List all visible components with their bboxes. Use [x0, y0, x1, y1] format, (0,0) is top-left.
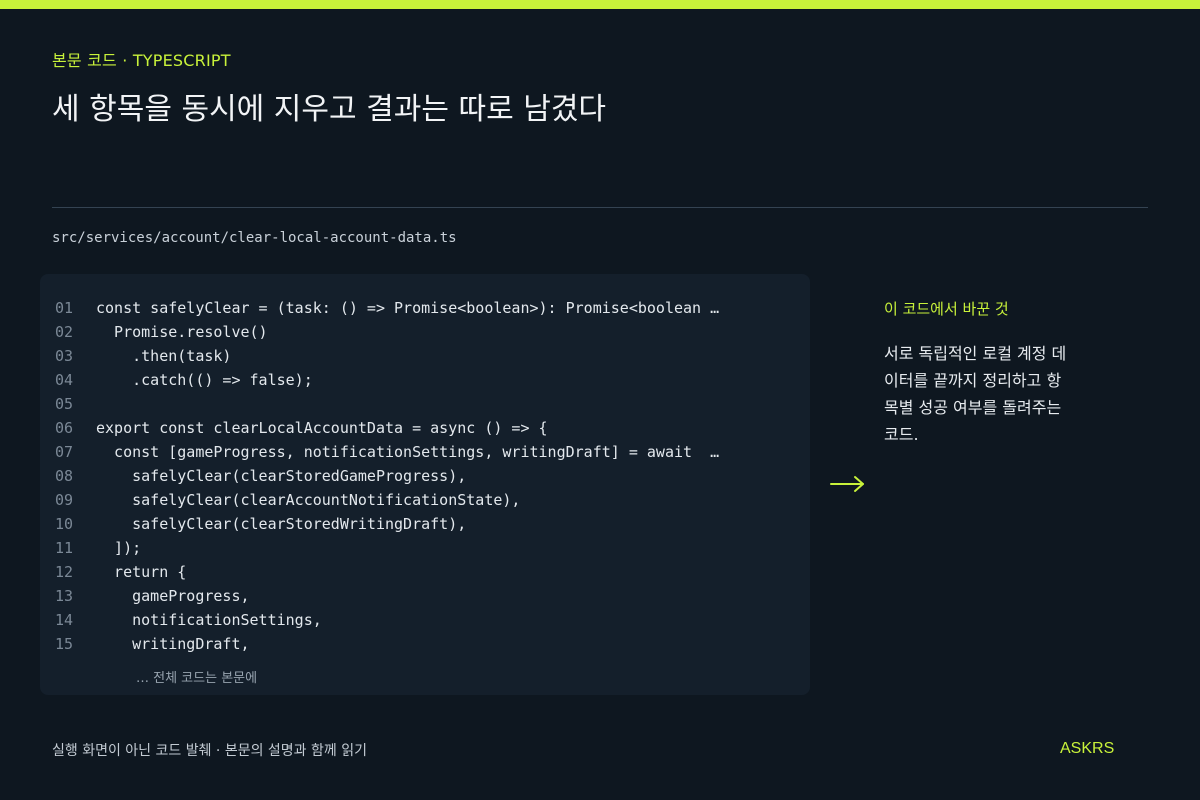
code-line: 04 .catch(() => false);	[40, 368, 810, 392]
line-number: 15	[55, 635, 74, 653]
code-line: 05	[40, 392, 810, 416]
note-body: 서로 독립적인 로컬 계정 데 이터를 끝까지 정리하고 항 목별 성공 여부를…	[884, 340, 1084, 448]
line-number: 11	[55, 539, 74, 557]
line-code: Promise.resolve()	[96, 323, 268, 341]
line-number: 07	[55, 443, 74, 461]
footer-caption: 실행 화면이 아닌 코드 발췌 · 본문의 설명과 함께 읽기	[52, 743, 367, 759]
page-title: 세 항목을 동시에 지우고 결과는 따로 남겼다	[52, 92, 607, 127]
note-body-line: 서로 독립적인 로컬 계정 데	[884, 344, 1067, 363]
line-number: 01	[55, 299, 74, 317]
line-number: 04	[55, 371, 74, 389]
line-number: 03	[55, 347, 74, 365]
note-body-line: 이터를 끝까지 정리하고 항	[884, 371, 1062, 390]
line-code: const safelyClear = (task: () => Promise…	[96, 299, 720, 317]
note-title: 이 코드에서 바꾼 것	[884, 300, 1009, 318]
code-line: 06 export const clearLocalAccountData = a…	[40, 416, 810, 440]
note-body-line: 목별 성공 여부를 돌려주는	[884, 398, 1062, 417]
line-code: notificationSettings,	[96, 611, 322, 629]
code-lines: 01 const safelyClear = (task: () => Promi…	[40, 296, 810, 656]
code-line: 09 safelyClear(clearAccountNotificationS…	[40, 488, 810, 512]
line-code: safelyClear(clearStoredGameProgress),	[96, 467, 467, 485]
note-body-line: 코드.	[884, 425, 919, 444]
line-code: .catch(() => false);	[96, 371, 313, 389]
code-line: 11 ]);	[40, 536, 810, 560]
file-path: src/services/account/clear-local-account…	[52, 230, 457, 246]
code-more-note: … 전체 코드는 본문에	[136, 671, 258, 686]
code-line: 15 writingDraft,	[40, 632, 810, 656]
line-number: 09	[55, 491, 74, 509]
divider	[52, 207, 1148, 208]
line-code: ]);	[96, 539, 142, 557]
line-code: export const clearLocalAccountData = asy…	[96, 419, 548, 437]
code-line: 07 const [gameProgress, notificationSett…	[40, 440, 810, 464]
code-panel: 01 const safelyClear = (task: () => Promi…	[40, 274, 810, 695]
line-code: return {	[96, 563, 187, 581]
line-number: 08	[55, 467, 74, 485]
code-line: 13 gameProgress,	[40, 584, 810, 608]
line-code: .then(task)	[96, 347, 232, 365]
line-code: gameProgress,	[96, 587, 250, 605]
code-line: 10 safelyClear(clearStoredWritingDraft),	[40, 512, 810, 536]
accent-top-bar	[0, 0, 1200, 9]
line-number: 14	[55, 611, 74, 629]
line-number: 02	[55, 323, 74, 341]
code-line: 02 Promise.resolve()	[40, 320, 810, 344]
line-number: 12	[55, 563, 74, 581]
code-line: 12 return {	[40, 560, 810, 584]
line-code: safelyClear(clearStoredWritingDraft),	[96, 515, 467, 533]
line-number: 13	[55, 587, 74, 605]
code-line: 14 notificationSettings,	[40, 608, 810, 632]
line-number: 10	[55, 515, 74, 533]
line-code: safelyClear(clearAccountNotificationStat…	[96, 491, 521, 509]
section-eyebrow: 본문 코드 · TYPESCRIPT	[52, 51, 231, 70]
line-code: const [gameProgress, notificationSetting…	[96, 443, 720, 461]
line-number: 06	[55, 419, 74, 437]
code-line: 01 const safelyClear = (task: () => Promi…	[40, 296, 810, 320]
line-code: writingDraft,	[96, 635, 250, 653]
brand-logo-text: ASKRS	[1060, 740, 1115, 757]
arrow-right-icon	[830, 476, 864, 492]
code-line: 08 safelyClear(clearStoredGameProgress),	[40, 464, 810, 488]
code-line: 03 .then(task)	[40, 344, 810, 368]
line-number: 05	[55, 395, 74, 413]
